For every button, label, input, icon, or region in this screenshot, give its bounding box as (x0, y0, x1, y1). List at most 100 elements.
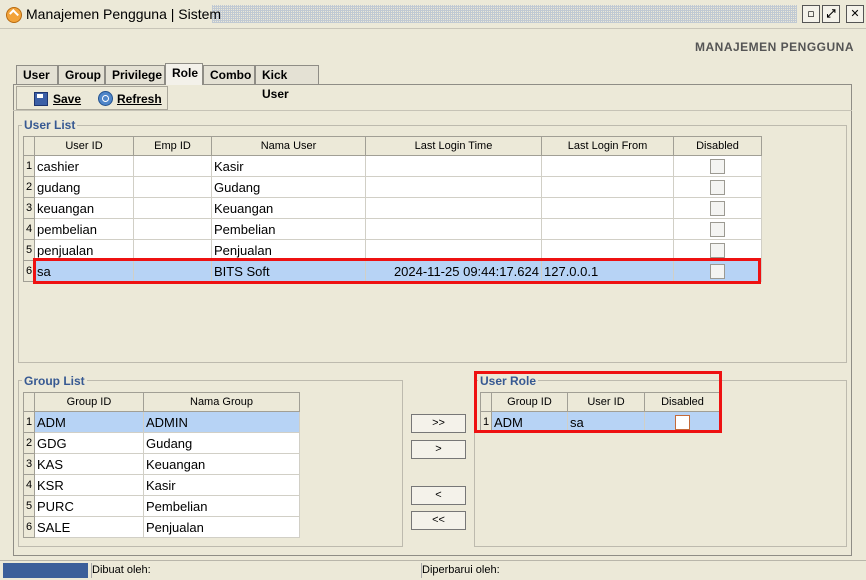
table-row[interactable]: 3 keuangan Keuangan (23, 197, 762, 219)
cell-nama-group[interactable]: Kasir (143, 474, 300, 496)
disabled-checkbox[interactable] (710, 159, 725, 175)
created-by-label: Dibuat oleh: (91, 563, 420, 578)
col-nama-user[interactable]: Nama User (211, 136, 366, 156)
cell-last-login-from[interactable] (541, 155, 674, 177)
toolbar-divider (13, 110, 852, 111)
save-button[interactable]: Save (34, 90, 94, 108)
cell-nama-user[interactable]: Kasir (211, 155, 366, 177)
table-row-selected[interactable]: 1 ADM ADMIN (23, 411, 300, 433)
col-emp-id[interactable]: Emp ID (133, 136, 212, 156)
cell-disabled[interactable] (673, 155, 762, 177)
col-group-id[interactable]: Group ID (34, 392, 144, 412)
save-label: Save (53, 92, 82, 106)
table-row[interactable]: 2 gudang Gudang (23, 176, 762, 198)
refresh-button[interactable]: Refresh (98, 90, 168, 108)
cell-nama-user[interactable]: Keuangan (211, 197, 366, 219)
tab-combo[interactable]: Combo (203, 65, 255, 84)
disabled-checkbox[interactable] (710, 222, 725, 238)
cell-last-login-time[interactable] (365, 197, 542, 219)
row-number: 2 (23, 176, 35, 198)
cell-group-id[interactable]: ADM (34, 411, 144, 433)
highlight-box-user-row (33, 258, 761, 284)
col-disabled[interactable]: Disabled (673, 136, 762, 156)
disabled-checkbox[interactable] (710, 243, 725, 259)
disabled-checkbox[interactable] (710, 201, 725, 217)
restore-icon[interactable]: ▫ (802, 5, 820, 23)
tab-role[interactable]: Role (165, 63, 203, 85)
cell-nama-user[interactable]: Gudang (211, 176, 366, 198)
disabled-checkbox[interactable] (710, 180, 725, 196)
group-list-label: Group List (22, 374, 87, 388)
cell-disabled[interactable] (673, 218, 762, 240)
close-icon[interactable]: ✕ (846, 5, 864, 23)
cell-group-id[interactable]: PURC (34, 495, 144, 517)
row-number: 3 (23, 197, 35, 219)
status-bar: Dibuat oleh: Diperbarui oleh: (0, 560, 866, 580)
app-icon (6, 7, 22, 23)
col-last-login-time[interactable]: Last Login Time (365, 136, 542, 156)
cell-nama-group[interactable]: ADMIN (143, 411, 300, 433)
maximize-icon[interactable]: ⤢ (822, 5, 840, 23)
table-row[interactable]: 2 GDG Gudang (23, 432, 300, 454)
add-one-button[interactable]: > (411, 440, 466, 459)
row-number: 1 (23, 155, 35, 177)
cell-nama-group[interactable]: Pembelian (143, 495, 300, 517)
toolbar: Save Refresh (16, 86, 168, 110)
cell-nama-user[interactable]: Pembelian (211, 218, 366, 240)
cell-user-id[interactable]: pembelian (34, 218, 134, 240)
cell-last-login-from[interactable] (541, 176, 674, 198)
row-number: 4 (23, 218, 35, 240)
cell-last-login-from[interactable] (541, 197, 674, 219)
title-bar: Manajemen Pengguna | Sistem ▫ ⤢ ✕ (0, 0, 866, 29)
group-list-table: Group ID Nama Group 1 ADM ADMIN 2 GDG Gu… (23, 392, 300, 538)
cell-emp-id[interactable] (133, 218, 212, 240)
cell-last-login-from[interactable] (541, 218, 674, 240)
tab-kick-user[interactable]: Kick User (255, 65, 319, 101)
table-row[interactable]: 5 PURC Pembelian (23, 495, 300, 517)
add-all-button[interactable]: >> (411, 414, 466, 433)
col-nama-group[interactable]: Nama Group (143, 392, 300, 412)
col-last-login-from[interactable]: Last Login From (541, 136, 674, 156)
status-progress (3, 563, 88, 578)
row-number: 5 (23, 495, 35, 517)
cell-group-id[interactable]: KSR (34, 474, 144, 496)
cell-last-login-time[interactable] (365, 218, 542, 240)
cell-user-id[interactable]: cashier (34, 155, 134, 177)
row-number: 3 (23, 453, 35, 475)
cell-group-id[interactable]: KAS (34, 453, 144, 475)
tab-user[interactable]: User (16, 65, 58, 84)
cell-user-id[interactable]: keuangan (34, 197, 134, 219)
cell-last-login-time[interactable] (365, 176, 542, 198)
highlight-box-user-role (474, 371, 722, 433)
cell-nama-group[interactable]: Penjualan (143, 516, 300, 538)
table-row[interactable]: 6 SALE Penjualan (23, 516, 300, 538)
cell-nama-group[interactable]: Keuangan (143, 453, 300, 475)
tab-privilege[interactable]: Privilege (105, 65, 165, 84)
remove-all-button[interactable]: << (411, 511, 466, 530)
table-row[interactable]: 4 pembelian Pembelian (23, 218, 762, 240)
refresh-icon (98, 91, 113, 106)
user-list-label: User List (22, 118, 78, 132)
row-number: 1 (23, 411, 35, 433)
row-number-header (23, 392, 35, 412)
cell-group-id[interactable]: SALE (34, 516, 144, 538)
cell-emp-id[interactable] (133, 197, 212, 219)
cell-user-id[interactable]: gudang (34, 176, 134, 198)
cell-last-login-time[interactable] (365, 155, 542, 177)
table-row[interactable]: 4 KSR Kasir (23, 474, 300, 496)
page-title: MANAJEMEN PENGGUNA (694, 40, 854, 54)
table-row[interactable]: 1 cashier Kasir (23, 155, 762, 177)
cell-group-id[interactable]: GDG (34, 432, 144, 454)
table-row[interactable]: 3 KAS Keuangan (23, 453, 300, 475)
window-title: Manajemen Pengguna | Sistem (26, 6, 222, 22)
cell-disabled[interactable] (673, 176, 762, 198)
cell-emp-id[interactable] (133, 176, 212, 198)
cell-disabled[interactable] (673, 197, 762, 219)
col-user-id[interactable]: User ID (34, 136, 134, 156)
remove-one-button[interactable]: < (411, 486, 466, 505)
title-bar-pattern (212, 5, 797, 23)
cell-emp-id[interactable] (133, 155, 212, 177)
tab-group[interactable]: Group (58, 65, 105, 84)
row-number: 2 (23, 432, 35, 454)
cell-nama-group[interactable]: Gudang (143, 432, 300, 454)
